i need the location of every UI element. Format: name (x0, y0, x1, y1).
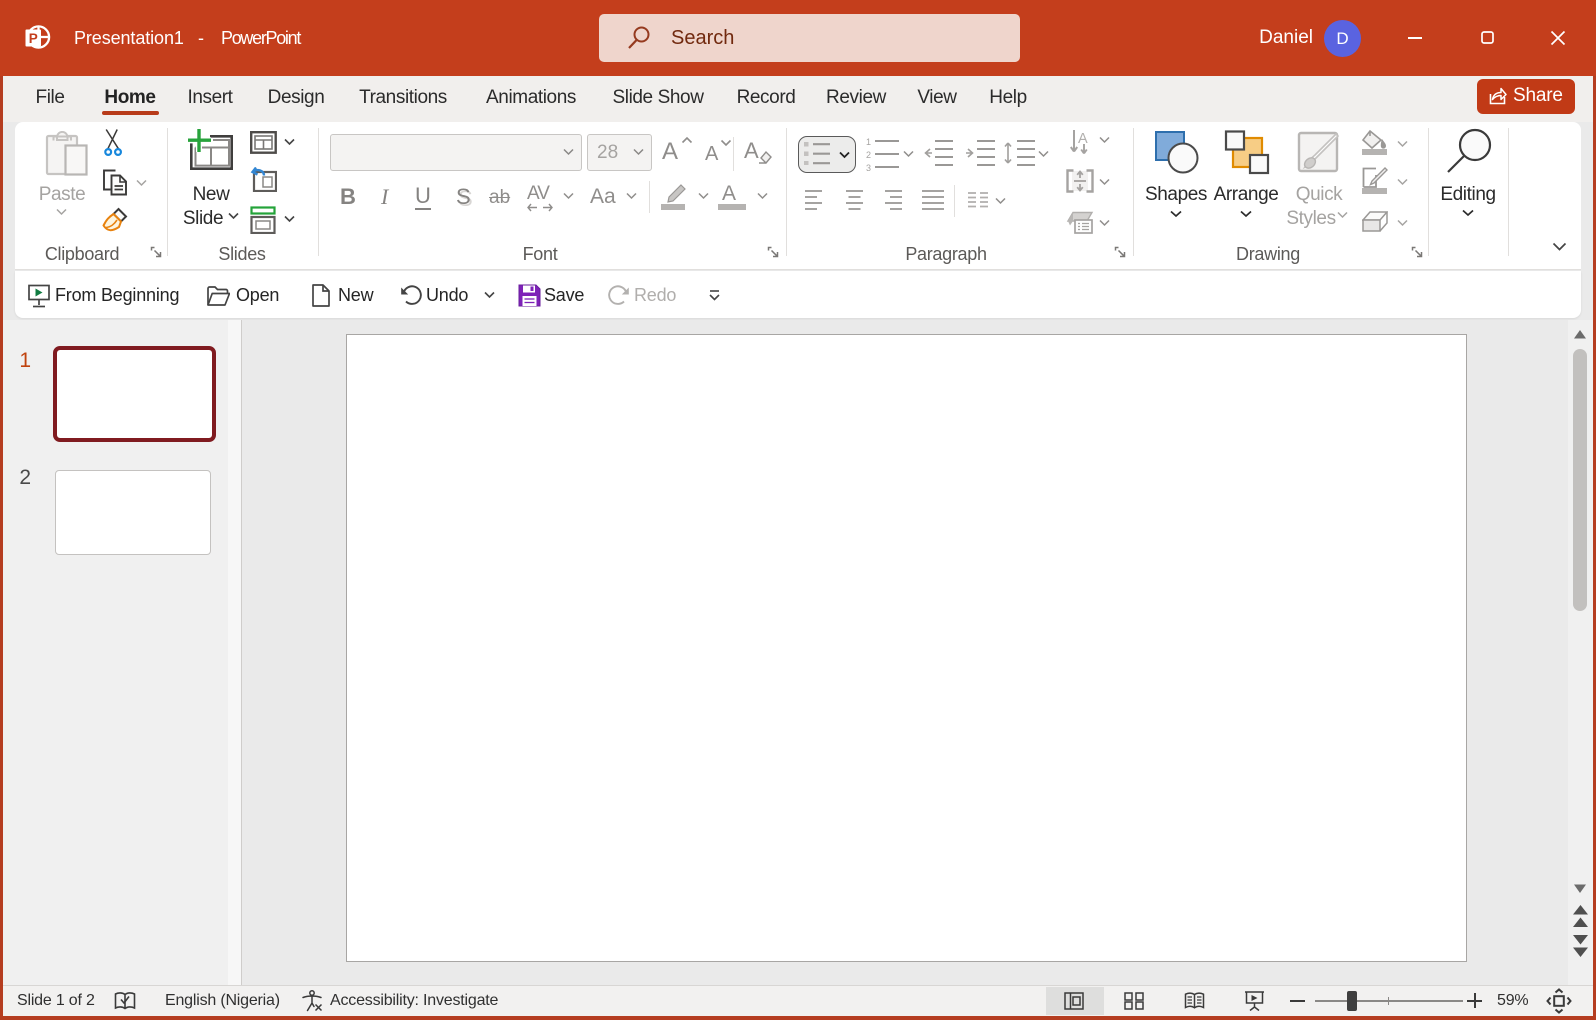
svg-text:A: A (1078, 131, 1088, 147)
svg-text:1: 1 (866, 137, 871, 147)
svg-text:2: 2 (866, 150, 871, 160)
svg-text:3: 3 (866, 163, 871, 172)
svg-text:P: P (29, 31, 38, 46)
